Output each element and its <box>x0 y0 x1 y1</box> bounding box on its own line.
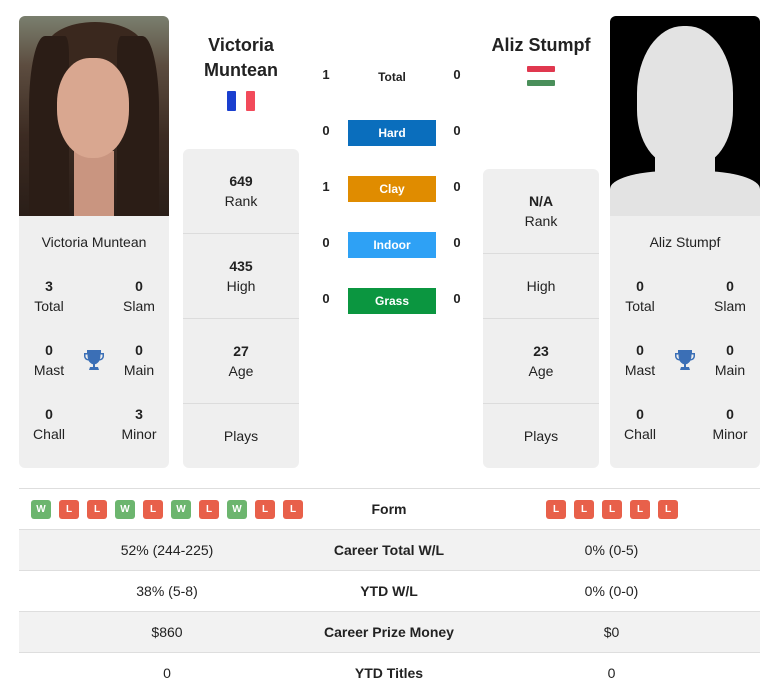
player1-form-badge-loss[interactable]: L <box>59 500 79 519</box>
player2-ytd-titles: 0 <box>607 665 616 681</box>
player2-rank: N/A Rank <box>524 193 558 229</box>
player2-minor-titles: 0 Minor <box>712 406 748 442</box>
h2h-indoor-p1: 0 <box>322 235 330 250</box>
player1-minor-titles: 3 Minor <box>121 406 157 442</box>
player2-card-name[interactable]: Aliz Stumpf <box>610 234 760 250</box>
player1-form-badge-loss[interactable]: L <box>87 500 107 519</box>
player2-photo-placeholder <box>610 16 760 216</box>
player2-form-badges: LLLLL <box>546 500 678 519</box>
player2-career-wl: 0% (0-5) <box>584 542 639 558</box>
player1-ytd-titles: 0 <box>163 665 171 681</box>
surface-clay-button[interactable]: Clay <box>348 176 436 202</box>
player1-ytd-wl: 38% (5-8) <box>136 583 198 599</box>
player2-form-badge-loss[interactable]: L <box>602 500 622 519</box>
player2-chall-titles: 0 Chall <box>624 406 656 442</box>
player1-form-badge-loss[interactable]: L <box>143 500 163 519</box>
table-row: 0 YTD Titles 0 <box>19 652 760 694</box>
player1-career-wl: 52% (244-225) <box>120 542 214 558</box>
player2-total-titles: 0 Total <box>625 278 655 314</box>
player2-high: High <box>483 253 599 318</box>
h2h-total-p2: 0 <box>453 67 461 82</box>
france-flag-icon <box>227 91 255 111</box>
h2h-grass-p1: 0 <box>322 291 330 306</box>
form-label: Form <box>371 501 407 517</box>
player1-card: Victoria Muntean 3 Total 0 Slam 0 Mast 0 Mai… <box>19 216 169 468</box>
player2-form-badge-loss[interactable]: L <box>630 500 650 519</box>
player1-form-badge-loss[interactable]: L <box>283 500 303 519</box>
player2-name[interactable]: Aliz Stumpf <box>483 33 599 58</box>
player1-photo <box>19 16 169 216</box>
player2-ranking-panel: N/A Rank High 23 Age Plays <box>483 169 599 468</box>
player1-form-badge-win[interactable]: W <box>31 500 51 519</box>
player1-plays: Plays <box>183 403 299 468</box>
player2-plays: Plays <box>483 403 599 468</box>
surface-hard-button[interactable]: Hard <box>348 120 436 146</box>
player1-chall-titles: 0 Chall <box>33 406 65 442</box>
player1-mast-titles: 0 Mast <box>33 342 65 378</box>
surface-grass-button[interactable]: Grass <box>348 288 436 314</box>
player1-high: 435 High <box>183 233 299 318</box>
player1-form-badge-loss[interactable]: L <box>199 500 219 519</box>
h2h-grass-p2: 0 <box>453 291 461 306</box>
form-row: WLLWLWLWLL Form LLLLL <box>19 488 760 530</box>
h2h-clay-p1: 1 <box>322 179 330 194</box>
career-wl-label: Career Total W/L <box>333 542 445 558</box>
h2h-clay-p2: 0 <box>453 179 461 194</box>
player1-name[interactable]: Victoria Muntean <box>183 33 299 83</box>
hungary-flag-icon <box>527 66 555 86</box>
player2-age: 23 Age <box>483 318 599 403</box>
player1-prize-money: $860 <box>151 624 183 640</box>
player1-form-badge-loss[interactable]: L <box>255 500 275 519</box>
ytd-titles-label: YTD Titles <box>354 665 424 681</box>
player1-form-badge-win[interactable]: W <box>171 500 191 519</box>
ytd-wl-label: YTD W/L <box>360 583 418 599</box>
player1-age: 27 Age <box>183 318 299 403</box>
h2h-total-p1: 1 <box>322 67 330 82</box>
player1-form-badge-win[interactable]: W <box>227 500 247 519</box>
table-row: $860 Career Prize Money $0 <box>19 611 760 653</box>
player1-ranking-panel: 649 Rank 435 High 27 Age Plays <box>183 149 299 468</box>
player1-card-name[interactable]: Victoria Muntean <box>19 234 169 250</box>
player2-prize-money: $0 <box>603 624 620 640</box>
player2-form-badge-loss[interactable]: L <box>658 500 678 519</box>
table-row: 38% (5-8) YTD W/L 0% (0-0) <box>19 570 760 612</box>
table-row: 52% (244-225) Career Total W/L 0% (0-5) <box>19 529 760 571</box>
h2h-hard-p2: 0 <box>453 123 461 138</box>
player2-card: Aliz Stumpf 0 Total 0 Slam 0 Mast 0 Main 0 Ch… <box>610 216 760 468</box>
player2-mast-titles: 0 Mast <box>624 342 656 378</box>
h2h-hard-p1: 0 <box>322 123 330 138</box>
surface-indoor-button[interactable]: Indoor <box>348 232 436 258</box>
player2-form-badge-loss[interactable]: L <box>574 500 594 519</box>
prize-money-label: Career Prize Money <box>324 624 454 640</box>
player1-rank: 649 Rank <box>224 173 258 209</box>
player2-slam-titles: 0 Slam <box>714 278 746 314</box>
player1-form-badge-win[interactable]: W <box>115 500 135 519</box>
trophy-icon <box>675 350 695 370</box>
h2h-indoor-p2: 0 <box>453 235 461 250</box>
player1-main-titles: 0 Main <box>123 342 155 378</box>
h2h-total-label: Total <box>378 70 406 84</box>
player2-main-titles: 0 Main <box>714 342 746 378</box>
player1-form-badges: WLLWLWLWLL <box>31 500 303 519</box>
player1-total-titles: 3 Total <box>34 278 64 314</box>
trophy-icon <box>84 350 104 370</box>
player2-ytd-wl: 0% (0-0) <box>584 583 639 599</box>
player1-slam-titles: 0 Slam <box>123 278 155 314</box>
player2-form-badge-loss[interactable]: L <box>546 500 566 519</box>
